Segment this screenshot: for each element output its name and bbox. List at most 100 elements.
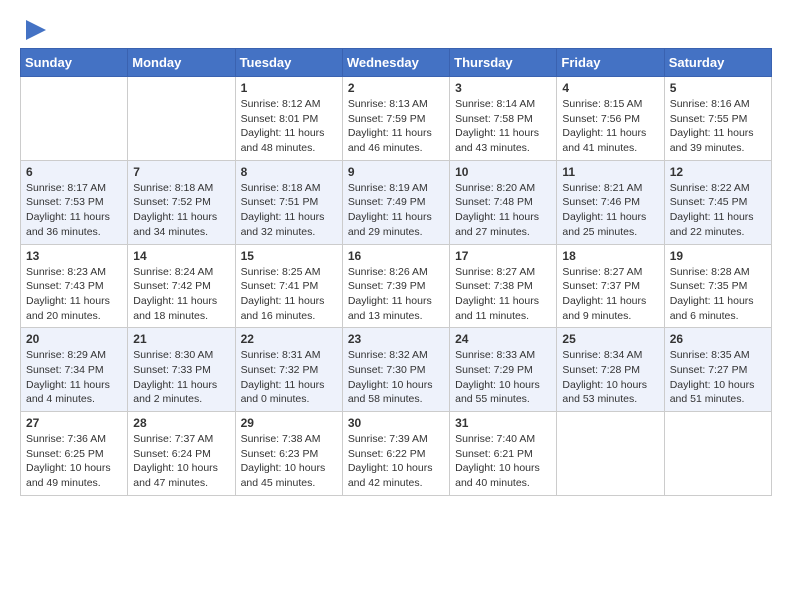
day-number: 10: [455, 165, 551, 179]
day-cell: 4Sunrise: 8:15 AMSunset: 7:56 PMDaylight…: [557, 77, 664, 161]
day-number: 9: [348, 165, 444, 179]
day-info: Sunrise: 8:12 AMSunset: 8:01 PMDaylight:…: [241, 97, 337, 156]
day-info: Sunrise: 8:29 AMSunset: 7:34 PMDaylight:…: [26, 348, 122, 407]
weekday-header-tuesday: Tuesday: [235, 49, 342, 77]
day-info: Sunrise: 7:40 AMSunset: 6:21 PMDaylight:…: [455, 432, 551, 491]
weekday-header-row: SundayMondayTuesdayWednesdayThursdayFrid…: [21, 49, 772, 77]
day-info: Sunrise: 8:21 AMSunset: 7:46 PMDaylight:…: [562, 181, 658, 240]
day-cell: 7 Sunrise: 8:18 AMSunset: 7:52 PMDaylight…: [128, 160, 235, 244]
day-info: Sunrise: 8:19 AMSunset: 7:49 PMDaylight:…: [348, 181, 444, 240]
day-info: Sunrise: 8:32 AMSunset: 7:30 PMDaylight:…: [348, 348, 444, 407]
day-cell: [128, 77, 235, 161]
day-info: Sunrise: 8:15 AMSunset: 7:56 PMDaylight:…: [562, 97, 658, 156]
day-info: Sunrise: 7:36 AMSunset: 6:25 PMDaylight:…: [26, 432, 122, 491]
day-cell: 18Sunrise: 8:27 AMSunset: 7:37 PMDayligh…: [557, 244, 664, 328]
day-info: Sunrise: 8:24 AMSunset: 7:42 PMDaylight:…: [133, 265, 229, 324]
day-cell: [21, 77, 128, 161]
day-info: Sunrise: 8:13 AMSunset: 7:59 PMDaylight:…: [348, 97, 444, 156]
day-number: 12: [670, 165, 766, 179]
day-cell: 1Sunrise: 8:12 AMSunset: 8:01 PMDaylight…: [235, 77, 342, 161]
day-cell: 17 Sunrise: 8:27 AMSunset: 7:38 PMDayligh…: [450, 244, 557, 328]
day-number: 8: [241, 165, 337, 179]
day-info: Sunrise: 7:39 AMSunset: 6:22 PMDaylight:…: [348, 432, 444, 491]
day-cell: 16 Sunrise: 8:26 AMSunset: 7:39 PMDayligh…: [342, 244, 449, 328]
day-info: Sunrise: 8:27 AMSunset: 7:38 PMDaylight:…: [455, 265, 551, 324]
week-row-4: 20Sunrise: 8:29 AMSunset: 7:34 PMDayligh…: [21, 328, 772, 412]
week-row-2: 6 Sunrise: 8:17 AMSunset: 7:53 PMDaylight…: [21, 160, 772, 244]
day-number: 19: [670, 249, 766, 263]
day-cell: 24 Sunrise: 8:33 AMSunset: 7:29 PMDayligh…: [450, 328, 557, 412]
day-number: 2: [348, 81, 444, 95]
day-cell: 14 Sunrise: 8:24 AMSunset: 7:42 PMDayligh…: [128, 244, 235, 328]
day-info: Sunrise: 8:27 AMSunset: 7:37 PMDaylight:…: [562, 265, 658, 324]
day-cell: 13 Sunrise: 8:23 AMSunset: 7:43 PMDayligh…: [21, 244, 128, 328]
day-number: 11: [562, 165, 658, 179]
day-number: 23: [348, 332, 444, 346]
day-number: 14: [133, 249, 229, 263]
logo-icon: [22, 16, 50, 44]
day-cell: 28 Sunrise: 7:37 AMSunset: 6:24 PMDayligh…: [128, 412, 235, 496]
page-header: [20, 16, 772, 40]
day-cell: [664, 412, 771, 496]
day-cell: 12 Sunrise: 8:22 AMSunset: 7:45 PMDayligh…: [664, 160, 771, 244]
day-number: 31: [455, 416, 551, 430]
day-number: 27: [26, 416, 122, 430]
day-cell: 27 Sunrise: 7:36 AMSunset: 6:25 PMDayligh…: [21, 412, 128, 496]
weekday-header-sunday: Sunday: [21, 49, 128, 77]
day-info: Sunrise: 8:20 AMSunset: 7:48 PMDaylight:…: [455, 181, 551, 240]
day-cell: 22 Sunrise: 8:31 AMSunset: 7:32 PMDayligh…: [235, 328, 342, 412]
day-cell: 11 Sunrise: 8:21 AMSunset: 7:46 PMDayligh…: [557, 160, 664, 244]
weekday-header-monday: Monday: [128, 49, 235, 77]
day-number: 16: [348, 249, 444, 263]
weekday-header-thursday: Thursday: [450, 49, 557, 77]
logo: [20, 16, 50, 40]
week-row-1: 1Sunrise: 8:12 AMSunset: 8:01 PMDaylight…: [21, 77, 772, 161]
weekday-header-friday: Friday: [557, 49, 664, 77]
day-info: Sunrise: 8:22 AMSunset: 7:45 PMDaylight:…: [670, 181, 766, 240]
day-cell: 21Sunrise: 8:30 AMSunset: 7:33 PMDayligh…: [128, 328, 235, 412]
day-info: Sunrise: 7:38 AMSunset: 6:23 PMDaylight:…: [241, 432, 337, 491]
day-cell: 5 Sunrise: 8:16 AMSunset: 7:55 PMDaylight…: [664, 77, 771, 161]
day-info: Sunrise: 8:28 AMSunset: 7:35 PMDaylight:…: [670, 265, 766, 324]
weekday-header-wednesday: Wednesday: [342, 49, 449, 77]
day-info: Sunrise: 7:37 AMSunset: 6:24 PMDaylight:…: [133, 432, 229, 491]
day-cell: 8 Sunrise: 8:18 AMSunset: 7:51 PMDaylight…: [235, 160, 342, 244]
day-info: Sunrise: 8:16 AMSunset: 7:55 PMDaylight:…: [670, 97, 766, 156]
day-cell: 15Sunrise: 8:25 AMSunset: 7:41 PMDayligh…: [235, 244, 342, 328]
day-info: Sunrise: 8:31 AMSunset: 7:32 PMDaylight:…: [241, 348, 337, 407]
day-number: 17: [455, 249, 551, 263]
day-number: 24: [455, 332, 551, 346]
week-row-5: 27 Sunrise: 7:36 AMSunset: 6:25 PMDayligh…: [21, 412, 772, 496]
day-number: 25: [562, 332, 658, 346]
day-cell: 30Sunrise: 7:39 AMSunset: 6:22 PMDayligh…: [342, 412, 449, 496]
day-number: 28: [133, 416, 229, 430]
day-number: 13: [26, 249, 122, 263]
calendar-page: SundayMondayTuesdayWednesdayThursdayFrid…: [0, 0, 792, 512]
day-info: Sunrise: 8:18 AMSunset: 7:52 PMDaylight:…: [133, 181, 229, 240]
day-info: Sunrise: 8:26 AMSunset: 7:39 PMDaylight:…: [348, 265, 444, 324]
day-cell: 20Sunrise: 8:29 AMSunset: 7:34 PMDayligh…: [21, 328, 128, 412]
day-info: Sunrise: 8:25 AMSunset: 7:41 PMDaylight:…: [241, 265, 337, 324]
day-cell: 25Sunrise: 8:34 AMSunset: 7:28 PMDayligh…: [557, 328, 664, 412]
calendar-table: SundayMondayTuesdayWednesdayThursdayFrid…: [20, 48, 772, 496]
week-row-3: 13 Sunrise: 8:23 AMSunset: 7:43 PMDayligh…: [21, 244, 772, 328]
day-cell: 31 Sunrise: 7:40 AMSunset: 6:21 PMDayligh…: [450, 412, 557, 496]
day-number: 22: [241, 332, 337, 346]
day-info: Sunrise: 8:17 AMSunset: 7:53 PMDaylight:…: [26, 181, 122, 240]
day-cell: 29 Sunrise: 7:38 AMSunset: 6:23 PMDayligh…: [235, 412, 342, 496]
day-info: Sunrise: 8:33 AMSunset: 7:29 PMDaylight:…: [455, 348, 551, 407]
day-number: 3: [455, 81, 551, 95]
day-number: 21: [133, 332, 229, 346]
weekday-header-saturday: Saturday: [664, 49, 771, 77]
day-info: Sunrise: 8:35 AMSunset: 7:27 PMDaylight:…: [670, 348, 766, 407]
day-number: 6: [26, 165, 122, 179]
day-info: Sunrise: 8:18 AMSunset: 7:51 PMDaylight:…: [241, 181, 337, 240]
day-number: 7: [133, 165, 229, 179]
day-cell: 23 Sunrise: 8:32 AMSunset: 7:30 PMDayligh…: [342, 328, 449, 412]
day-cell: 9 Sunrise: 8:19 AMSunset: 7:49 PMDaylight…: [342, 160, 449, 244]
day-number: 5: [670, 81, 766, 95]
day-cell: 6 Sunrise: 8:17 AMSunset: 7:53 PMDaylight…: [21, 160, 128, 244]
day-cell: 2 Sunrise: 8:13 AMSunset: 7:59 PMDaylight…: [342, 77, 449, 161]
day-number: 29: [241, 416, 337, 430]
day-info: Sunrise: 8:23 AMSunset: 7:43 PMDaylight:…: [26, 265, 122, 324]
